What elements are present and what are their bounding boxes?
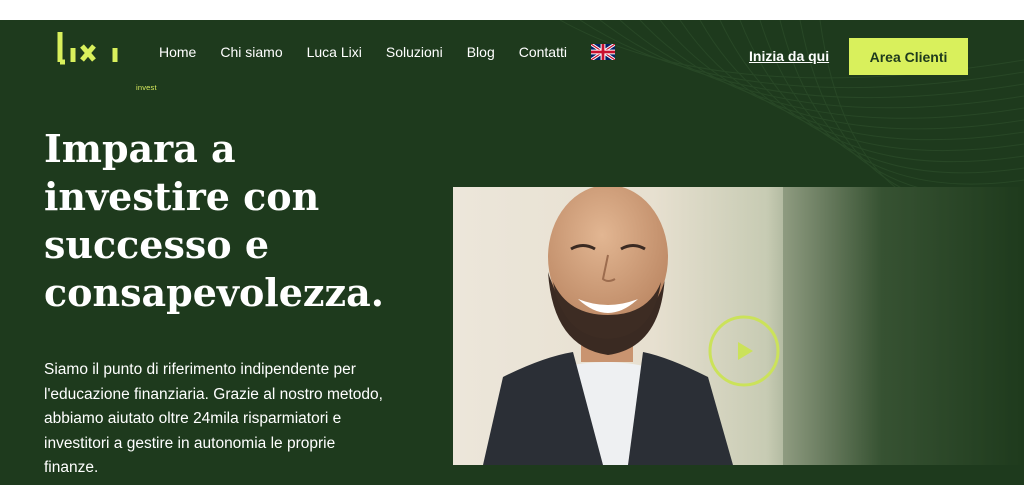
headline-line: Impara a bbox=[44, 126, 236, 171]
nav-item-home[interactable]: Home bbox=[159, 44, 196, 60]
play-icon[interactable] bbox=[707, 314, 781, 388]
uk-flag-icon[interactable] bbox=[590, 44, 615, 60]
nav-item-luca-lixi[interactable]: Luca Lixi bbox=[307, 44, 362, 60]
description-line: abbiamo aiutato oltre 24mila risparmiato… bbox=[44, 410, 342, 427]
description-line: investitori a gestire in autonomia le pr… bbox=[44, 434, 336, 452]
start-here-link[interactable]: Inizia da qui bbox=[749, 48, 829, 64]
headline-line: consapevolezza. bbox=[44, 270, 384, 315]
nav-item-soluzioni[interactable]: Soluzioni bbox=[386, 44, 443, 60]
logo-tagline: invest bbox=[136, 83, 157, 92]
headline-line: investire con bbox=[44, 174, 320, 219]
main-nav: Home Chi siamo Luca Lixi Soluzioni Blog … bbox=[159, 42, 615, 62]
nav-item-blog[interactable]: Blog bbox=[467, 44, 495, 60]
lixi-logo[interactable]: invest bbox=[54, 28, 157, 92]
description-line: finanze. bbox=[44, 459, 99, 476]
nav-item-chi-siamo[interactable]: Chi siamo bbox=[220, 44, 282, 60]
nav-item-contatti[interactable]: Contatti bbox=[519, 44, 567, 60]
description-line: Siamo il punto di riferimento indipenden… bbox=[44, 361, 356, 378]
client-area-button[interactable]: Area Clienti bbox=[849, 38, 968, 75]
headline-line: successo e bbox=[44, 222, 270, 267]
lixi-logo-mark bbox=[57, 32, 118, 65]
description-line: l'educazione finanziaria. Grazie al nost… bbox=[44, 385, 383, 403]
hero-description: Siamo il punto di riferimento indipenden… bbox=[44, 358, 404, 481]
hero-headline: Impara a investire con successo e consap… bbox=[44, 125, 464, 317]
